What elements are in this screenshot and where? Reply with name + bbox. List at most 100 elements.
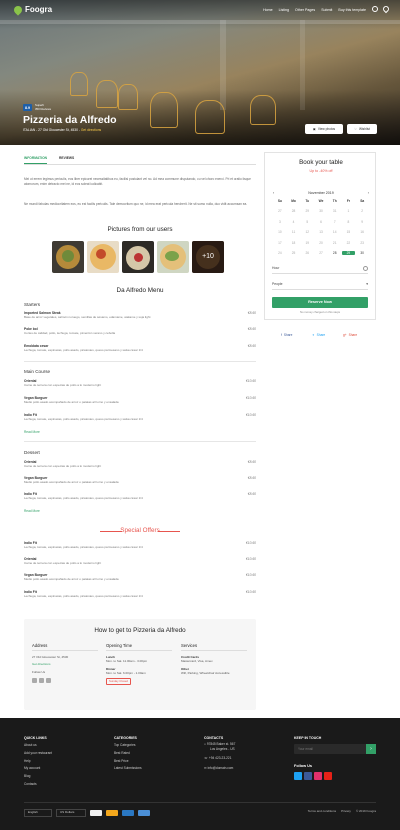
intro-paragraph: Mei ut errem legimus periculis, eos libe…	[24, 177, 251, 186]
calendar-day[interactable]: 17	[273, 241, 287, 245]
content-tabs: INFORMATION REVIEWS	[24, 156, 256, 166]
item-price: €8.60	[247, 327, 256, 331]
calendar-day[interactable]: 9	[355, 220, 369, 224]
share-facebook[interactable]: f Share	[281, 333, 292, 337]
instagram-icon[interactable]	[314, 772, 322, 780]
photo-thumb[interactable]	[52, 241, 84, 273]
youtube-icon[interactable]	[324, 772, 332, 780]
photo-thumb[interactable]	[157, 241, 189, 273]
photo-thumb[interactable]	[122, 241, 154, 273]
calendar-day[interactable]: 28	[328, 251, 342, 255]
facebook-icon[interactable]	[304, 772, 312, 780]
calendar-day[interactable]: 24	[273, 251, 287, 255]
privacy-link[interactable]: Privacy	[341, 809, 351, 814]
calendar-day[interactable]: 4	[287, 220, 301, 224]
read-more-link[interactable]: Read More	[24, 509, 40, 513]
calendar-day[interactable]: 18	[287, 241, 301, 245]
calendar-day[interactable]: 19	[300, 241, 314, 245]
item-price: €10.60	[245, 379, 256, 383]
photo-thumb[interactable]: +10	[192, 241, 224, 273]
calendar-day[interactable]: 11	[287, 230, 301, 234]
calendar-day[interactable]: 5	[300, 220, 314, 224]
menu-category: Starters	[24, 302, 41, 307]
calendar-day[interactable]: 3	[273, 220, 287, 224]
item-desc: Medio pollo asado acompañado de arroz o …	[24, 479, 119, 484]
calendar-day[interactable]: 22	[342, 241, 356, 245]
brand-logo[interactable]: Foogra	[12, 4, 52, 16]
menu-item: Emoldata cesar Lechuga, tomate, espinacas…	[24, 344, 256, 353]
calendar-day[interactable]: 16	[355, 230, 369, 234]
calendar-day[interactable]: 15	[342, 230, 356, 234]
calendar-day[interactable]: 27	[314, 251, 328, 255]
weekday-label: Fr	[346, 199, 351, 203]
people-select[interactable]: People ▾	[272, 280, 368, 290]
footer-link[interactable]: Top Categories	[114, 742, 142, 750]
nav-buy[interactable]: Buy this template	[338, 8, 366, 12]
calendar-day[interactable]: 2	[355, 209, 369, 213]
footer-link[interactable]: Latest Submissions	[114, 765, 142, 773]
calendar-day[interactable]: 23	[355, 241, 369, 245]
pillar	[300, 20, 305, 110]
footer-link[interactable]: Contacts	[24, 781, 52, 789]
calendar-day[interactable]: 25	[287, 251, 301, 255]
more-photos-count: +10	[192, 241, 224, 273]
nav-submit[interactable]: Submit	[321, 8, 332, 12]
nav-home[interactable]: Home	[263, 8, 273, 12]
instagram-icon[interactable]	[39, 677, 44, 683]
calendar-day[interactable]: 21	[328, 241, 342, 245]
login-icon[interactable]	[372, 6, 378, 12]
hour-select[interactable]: Hour	[272, 264, 368, 274]
item-desc: Medio pollo asado acompañado de arroz o …	[24, 399, 119, 404]
calendar-day[interactable]: 7	[328, 220, 342, 224]
weekday-label: Su	[277, 199, 282, 203]
calendar-day[interactable]: 29	[341, 250, 356, 255]
terms-link[interactable]: Terms and conditions	[308, 809, 336, 814]
calendar-day[interactable]: 12	[300, 230, 314, 234]
calendar-day[interactable]: 20	[314, 241, 328, 245]
read-more-link[interactable]: Read More	[24, 430, 40, 434]
nav-listing[interactable]: Listing	[279, 8, 289, 12]
hours-column: Opening Time Lunch Mon. to Sat. 11.00am …	[106, 643, 178, 686]
language-select[interactable]: English	[24, 809, 52, 817]
footer-link[interactable]: Blog	[24, 773, 52, 781]
nav-other-pages[interactable]: Other Pages	[295, 8, 315, 12]
reserve-button[interactable]: Reserve Now	[272, 297, 368, 308]
footer-link[interactable]: About us	[24, 742, 52, 750]
directions-link[interactable]: Get directions	[32, 662, 104, 667]
directions-link[interactable]: Get directions	[81, 128, 101, 132]
calendar-day[interactable]: 1	[342, 209, 356, 213]
twitter-icon[interactable]	[46, 677, 51, 683]
tab-information[interactable]: INFORMATION	[24, 156, 48, 165]
chair	[195, 100, 225, 134]
calendar-day[interactable]: 6	[314, 220, 328, 224]
prev-month-icon[interactable]: ‹	[273, 191, 274, 195]
twitter-icon[interactable]	[294, 772, 302, 780]
footer-link[interactable]: Add your restaurant	[24, 750, 52, 758]
submit-arrow-icon[interactable]: ›	[366, 744, 376, 754]
facebook-icon[interactable]	[32, 677, 37, 683]
chair	[118, 84, 138, 110]
currency-select[interactable]: US Dollars	[56, 809, 86, 817]
email-value[interactable]: info@domain.com	[208, 766, 234, 770]
footer-link[interactable]: Best Rated	[114, 750, 142, 758]
footer-link[interactable]: Help	[24, 758, 52, 766]
intro-paragraph: Ne mundi fabulas mediocritatem eos, eu e…	[24, 202, 248, 206]
calendar-day[interactable]: 10	[273, 230, 287, 234]
view-photos-button[interactable]: ▣ View photos	[305, 124, 343, 134]
dinner-hours: Mon. to Sat. 6.00pm - 1.00am	[106, 670, 146, 675]
tab-reviews[interactable]: REVIEWS	[59, 156, 74, 164]
phone-value[interactable]: +94 423-23-221	[209, 756, 232, 760]
calendar-day[interactable]: 14	[328, 230, 342, 234]
next-month-icon[interactable]: ›	[368, 191, 369, 195]
footer-link[interactable]: Best Price	[114, 758, 142, 766]
calendar-day[interactable]: 8	[342, 220, 356, 224]
wishlist-button[interactable]: ♡ Wishlist	[347, 124, 377, 134]
calendar-day[interactable]: 13	[314, 230, 328, 234]
footer-link[interactable]: My account	[24, 765, 52, 773]
newsletter-email-input[interactable]	[294, 744, 364, 754]
share-twitter[interactable]: ✦ Share	[312, 333, 325, 337]
share-google[interactable]: g+ Share	[343, 333, 357, 337]
photo-thumb[interactable]	[87, 241, 119, 273]
calendar-day[interactable]: 30	[355, 251, 369, 255]
calendar-day[interactable]: 26	[300, 251, 314, 255]
